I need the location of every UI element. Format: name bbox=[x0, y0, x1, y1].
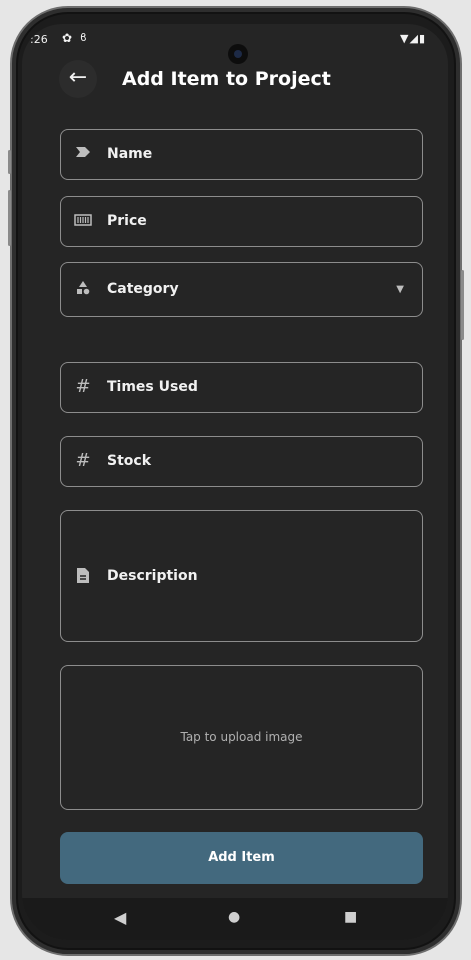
app-bar: ← Add Item to Project bbox=[22, 56, 448, 106]
category-field-label: Category bbox=[107, 281, 179, 297]
side-button bbox=[8, 190, 11, 246]
settings-icon: ✿ bbox=[62, 31, 73, 45]
category-dropdown[interactable]: Category ▼ bbox=[60, 262, 423, 317]
page-title: Add Item to Project bbox=[122, 68, 331, 90]
price-field[interactable]: Price bbox=[60, 196, 423, 247]
label-arrow-icon bbox=[73, 144, 93, 162]
home-circle-icon[interactable]: ● bbox=[228, 909, 240, 925]
system-nav-bar: ◀ ● ■ bbox=[22, 898, 448, 940]
stock-field-label: Stock bbox=[107, 453, 152, 469]
times-used-field[interactable]: # Times Used bbox=[60, 362, 423, 413]
barcode-icon bbox=[73, 212, 93, 230]
document-icon bbox=[73, 567, 93, 588]
chevron-down-icon: ▼ bbox=[396, 284, 404, 295]
hash-icon: # bbox=[75, 450, 91, 471]
recents-square-icon[interactable]: ■ bbox=[344, 909, 357, 925]
category-shapes-icon bbox=[73, 280, 93, 300]
description-field-label: Description bbox=[107, 568, 198, 584]
name-field-label: Name bbox=[107, 146, 153, 162]
power-button bbox=[461, 270, 464, 340]
add-item-button[interactable]: Add Item bbox=[60, 832, 423, 884]
volume-button bbox=[8, 150, 11, 174]
image-upload-area[interactable]: Tap to upload image bbox=[60, 665, 423, 810]
upload-prompt: Tap to upload image bbox=[180, 730, 303, 744]
app-screen: :26 ✿ ϐ ▼◢▮ ← Add Item to Project Name P… bbox=[22, 24, 448, 940]
back-triangle-icon[interactable]: ◀ bbox=[114, 908, 126, 927]
status-right-icons: ▼◢▮ bbox=[400, 32, 426, 45]
description-field[interactable]: Description bbox=[60, 510, 423, 642]
name-field[interactable]: Name bbox=[60, 129, 423, 180]
stock-field[interactable]: # Stock bbox=[60, 436, 423, 487]
notification-icon: ϐ bbox=[80, 31, 87, 44]
signal-icon: ◢ bbox=[409, 32, 419, 45]
battery-icon: ▮ bbox=[418, 32, 426, 45]
times-used-field-label: Times Used bbox=[107, 379, 198, 395]
hash-icon: # bbox=[75, 376, 91, 397]
price-field-label: Price bbox=[107, 213, 147, 229]
back-arrow-icon[interactable]: ← bbox=[59, 60, 97, 98]
status-time: :26 bbox=[30, 33, 48, 46]
